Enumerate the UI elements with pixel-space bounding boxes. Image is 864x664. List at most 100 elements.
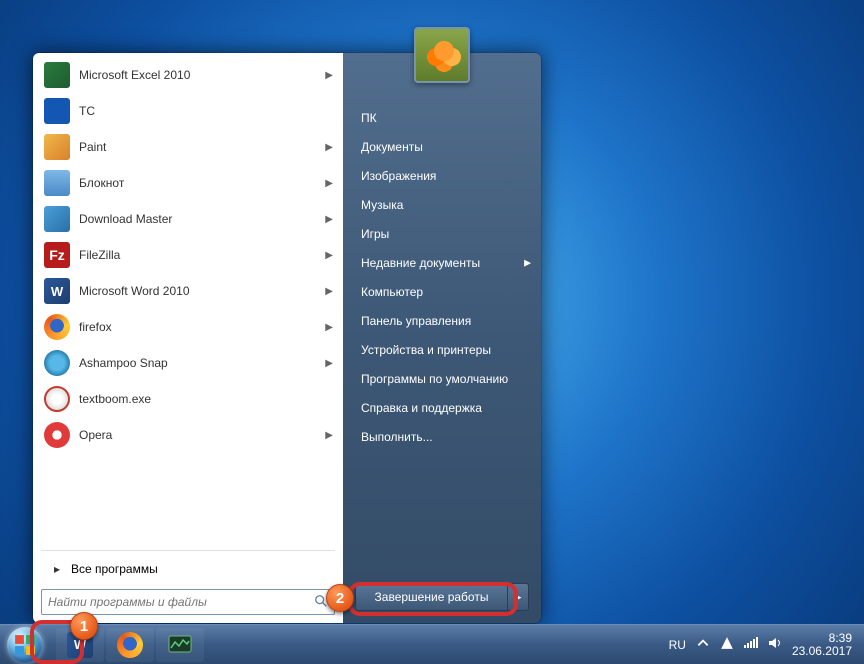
word-icon: W bbox=[43, 277, 71, 305]
clock-date: 23.06.2017 bbox=[792, 645, 852, 658]
program-list: Microsoft Excel 2010 ▶ TC Paint ▶ Блокно… bbox=[37, 57, 339, 548]
submenu-arrow-icon: ▶ bbox=[325, 322, 333, 333]
tray-chevron-icon[interactable] bbox=[696, 636, 710, 653]
program-item-notepad[interactable]: Блокнот ▶ bbox=[37, 165, 339, 201]
program-label: firefox bbox=[79, 320, 325, 334]
program-label: Блокнот bbox=[79, 176, 325, 190]
right-item-label: Справка и поддержка bbox=[361, 401, 482, 415]
submenu-arrow-icon: ▶ bbox=[325, 286, 333, 297]
program-label: Paint bbox=[79, 140, 325, 154]
shutdown-row: Завершение работы ▶ bbox=[355, 583, 529, 611]
right-item-label: Игры bbox=[361, 227, 389, 241]
program-label: TC bbox=[79, 104, 333, 118]
user-avatar[interactable] bbox=[414, 27, 470, 83]
windows-orb-icon bbox=[7, 627, 43, 663]
notepad-icon bbox=[43, 169, 71, 197]
volume-icon[interactable] bbox=[768, 636, 782, 653]
submenu-arrow-icon: ▶ bbox=[325, 358, 333, 369]
right-item-label: Недавние документы bbox=[361, 256, 480, 270]
program-item-textboom[interactable]: textboom.exe bbox=[37, 381, 339, 417]
start-menu-right-pane: ПК Документы Изображения Музыка Игры Нед… bbox=[343, 53, 541, 623]
separator bbox=[41, 550, 335, 551]
program-item-filezilla[interactable]: Fz FileZilla ▶ bbox=[37, 237, 339, 273]
right-item-label: Компьютер bbox=[361, 285, 423, 299]
program-item-download-master[interactable]: Download Master ▶ bbox=[37, 201, 339, 237]
right-item-recent-docs[interactable]: Недавние документы ▶ bbox=[343, 248, 541, 277]
program-label: Microsoft Excel 2010 bbox=[79, 68, 325, 82]
firefox-icon bbox=[43, 313, 71, 341]
paint-icon bbox=[43, 133, 71, 161]
tc-icon bbox=[43, 97, 71, 125]
program-item-opera[interactable]: Opera ▶ bbox=[37, 417, 339, 453]
right-item-label: Музыка bbox=[361, 198, 403, 212]
right-item-documents[interactable]: Документы bbox=[343, 132, 541, 161]
program-label: FileZilla bbox=[79, 248, 325, 262]
start-menu: Microsoft Excel 2010 ▶ TC Paint ▶ Блокно… bbox=[32, 52, 542, 624]
right-item-label: Документы bbox=[361, 140, 423, 154]
submenu-arrow-icon: ▶ bbox=[325, 250, 333, 261]
firefox-icon bbox=[117, 632, 143, 658]
right-item-label: Устройства и принтеры bbox=[361, 343, 491, 357]
start-button[interactable] bbox=[0, 625, 50, 664]
submenu-arrow-icon: ▶ bbox=[325, 214, 333, 225]
search-input[interactable] bbox=[48, 595, 314, 609]
submenu-arrow-icon: ▶ bbox=[524, 257, 531, 268]
network-icon[interactable] bbox=[744, 636, 758, 653]
right-item-devices[interactable]: Устройства и принтеры bbox=[343, 335, 541, 364]
submenu-arrow-icon: ▶ bbox=[325, 70, 333, 81]
all-programs-label: Все программы bbox=[71, 562, 158, 576]
program-item-tc[interactable]: TC bbox=[37, 93, 339, 129]
right-item-user[interactable]: ПК bbox=[343, 103, 541, 132]
taskbar-item-firefox[interactable] bbox=[106, 628, 154, 662]
program-label: Download Master bbox=[79, 212, 325, 226]
right-item-games[interactable]: Игры bbox=[343, 219, 541, 248]
right-item-run[interactable]: Выполнить... bbox=[343, 422, 541, 451]
desktop: Microsoft Excel 2010 ▶ TC Paint ▶ Блокно… bbox=[0, 0, 864, 664]
program-item-excel[interactable]: Microsoft Excel 2010 ▶ bbox=[37, 57, 339, 93]
clock[interactable]: 8:39 23.06.2017 bbox=[792, 632, 852, 658]
annotation-badge-2: 2 bbox=[326, 584, 354, 612]
program-label: textboom.exe bbox=[79, 392, 333, 406]
right-item-label: Программы по умолчанию bbox=[361, 372, 508, 386]
program-label: Opera bbox=[79, 428, 325, 442]
right-item-label: ПК bbox=[361, 111, 377, 125]
annotation-badge-1: 1 bbox=[70, 612, 98, 640]
filezilla-icon: Fz bbox=[43, 241, 71, 269]
all-programs-button[interactable]: ▸ Все программы bbox=[37, 553, 339, 585]
clock-time: 8:39 bbox=[792, 632, 852, 645]
right-item-computer[interactable]: Компьютер bbox=[343, 277, 541, 306]
opera-icon bbox=[43, 421, 71, 449]
program-label: Ashampoo Snap bbox=[79, 356, 325, 370]
right-item-label: Изображения bbox=[361, 169, 436, 183]
program-label: Microsoft Word 2010 bbox=[79, 284, 325, 298]
right-item-pictures[interactable]: Изображения bbox=[343, 161, 541, 190]
language-indicator[interactable]: RU bbox=[669, 638, 686, 652]
flower-icon bbox=[416, 27, 468, 83]
program-item-firefox[interactable]: firefox ▶ bbox=[37, 309, 339, 345]
right-item-label: Выполнить... bbox=[361, 430, 433, 444]
excel-icon bbox=[43, 61, 71, 89]
task-manager-icon bbox=[167, 632, 193, 658]
textboom-icon bbox=[43, 385, 71, 413]
action-center-icon[interactable] bbox=[720, 636, 734, 653]
triangle-right-icon: ▸ bbox=[43, 562, 71, 576]
taskbar: W RU 8:39 23.06.2017 bbox=[0, 624, 864, 664]
right-item-label: Панель управления bbox=[361, 314, 471, 328]
right-item-default-programs[interactable]: Программы по умолчанию bbox=[343, 364, 541, 393]
start-menu-left-pane: Microsoft Excel 2010 ▶ TC Paint ▶ Блокно… bbox=[33, 53, 343, 623]
right-item-music[interactable]: Музыка bbox=[343, 190, 541, 219]
download-master-icon bbox=[43, 205, 71, 233]
right-item-help[interactable]: Справка и поддержка bbox=[343, 393, 541, 422]
program-item-word[interactable]: W Microsoft Word 2010 ▶ bbox=[37, 273, 339, 309]
submenu-arrow-icon: ▶ bbox=[325, 142, 333, 153]
program-item-paint[interactable]: Paint ▶ bbox=[37, 129, 339, 165]
system-tray: RU 8:39 23.06.2017 bbox=[657, 632, 864, 658]
submenu-arrow-icon: ▶ bbox=[325, 430, 333, 441]
taskbar-item-taskmgr[interactable] bbox=[156, 628, 204, 662]
shutdown-options-button[interactable]: ▶ bbox=[507, 583, 529, 611]
submenu-arrow-icon: ▶ bbox=[325, 178, 333, 189]
shutdown-button[interactable]: Завершение работы bbox=[355, 583, 507, 611]
ashampoo-icon bbox=[43, 349, 71, 377]
program-item-ashampoo[interactable]: Ashampoo Snap ▶ bbox=[37, 345, 339, 381]
right-item-control-panel[interactable]: Панель управления bbox=[343, 306, 541, 335]
